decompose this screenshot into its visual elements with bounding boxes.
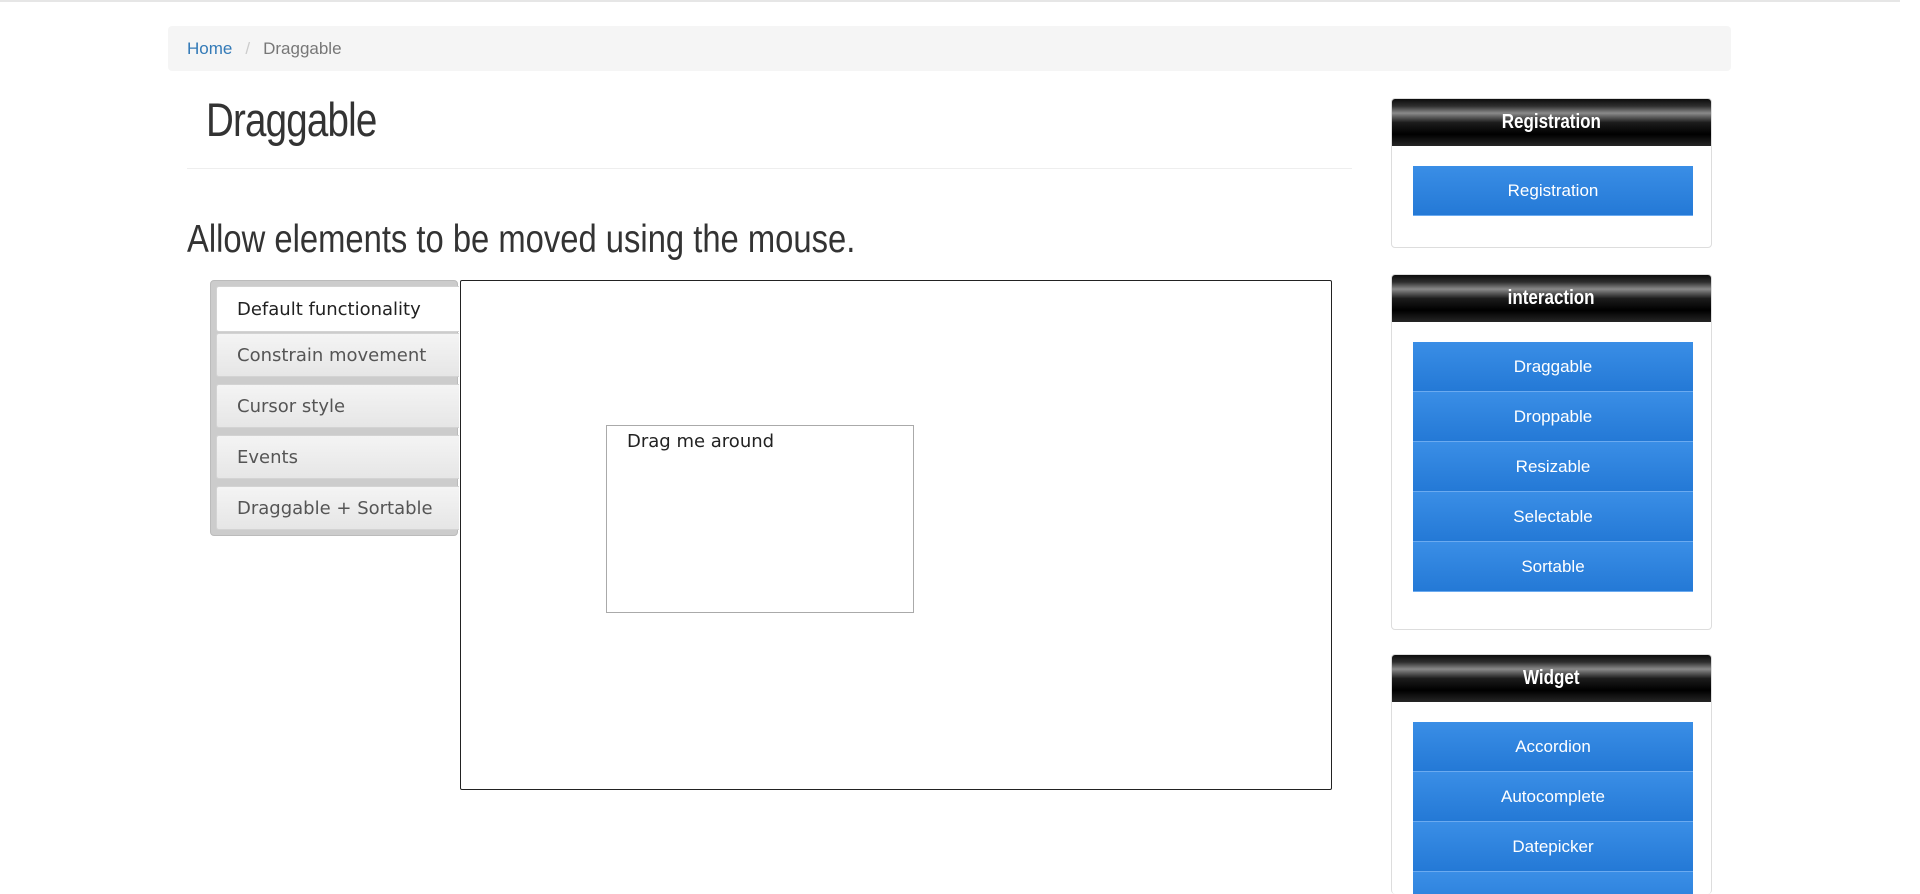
page-subtitle: Allow elements to be moved using the mou… [187, 218, 856, 261]
title-divider [187, 168, 1352, 169]
breadcrumb-current: Draggable [263, 38, 342, 58]
panel-heading-interaction: interaction [1392, 275, 1711, 322]
sidebar-link-resizable[interactable]: Resizable [1413, 442, 1693, 492]
panel-body-interaction: Draggable Droppable Resizable Selectable… [1392, 322, 1711, 592]
sidebar-link-autocomplete[interactable]: Autocomplete [1413, 772, 1693, 822]
sidebar-link-accordion[interactable]: Accordion [1413, 722, 1693, 772]
sidebar-panel-registration: Registration Registration [1391, 98, 1712, 248]
top-border [0, 0, 1900, 2]
page-container: Home / Draggable Draggable Allow element… [168, 26, 1731, 894]
panel-body-widget: Accordion Autocomplete Datepicker [1392, 702, 1711, 894]
sidebar-panel-widget: Widget Accordion Autocomplete Datepicker [1391, 654, 1712, 894]
sidebar-link-sortable[interactable]: Sortable [1413, 542, 1693, 592]
tab-default-functionality[interactable]: Default functionality [216, 286, 459, 332]
draggable-box[interactable]: Drag me around [606, 425, 914, 613]
demo-frame: Drag me around [460, 280, 1332, 790]
tab-cursor-style[interactable]: Cursor style [216, 384, 459, 428]
panel-body-registration: Registration [1392, 146, 1711, 216]
panel-heading-widget: Widget [1392, 655, 1711, 702]
sidebar-link-selectable[interactable]: Selectable [1413, 492, 1693, 542]
breadcrumb-home-link[interactable]: Home [187, 39, 232, 59]
sidebar-link-datepicker[interactable]: Datepicker [1413, 822, 1693, 872]
sidebar-link-droppable[interactable]: Droppable [1413, 392, 1693, 442]
sidebar-link-draggable[interactable]: Draggable [1413, 342, 1693, 392]
tab-draggable-sortable[interactable]: Draggable + Sortable [216, 486, 459, 530]
breadcrumb: Home / Draggable [168, 26, 1731, 71]
panel-heading-registration: Registration [1392, 99, 1711, 146]
tab-events[interactable]: Events [216, 435, 459, 479]
breadcrumb-separator: / [245, 38, 251, 58]
tab-constrain-movement[interactable]: Constrain movement [216, 333, 459, 377]
demo-tabs: Default functionality Constrain movement… [210, 280, 459, 536]
sidebar-link-registration[interactable]: Registration [1413, 166, 1693, 216]
sidebar-link-partial[interactable] [1413, 872, 1693, 894]
sidebar-panel-interaction: interaction Draggable Droppable Resizabl… [1391, 274, 1712, 630]
page-title: Draggable [206, 93, 377, 146]
